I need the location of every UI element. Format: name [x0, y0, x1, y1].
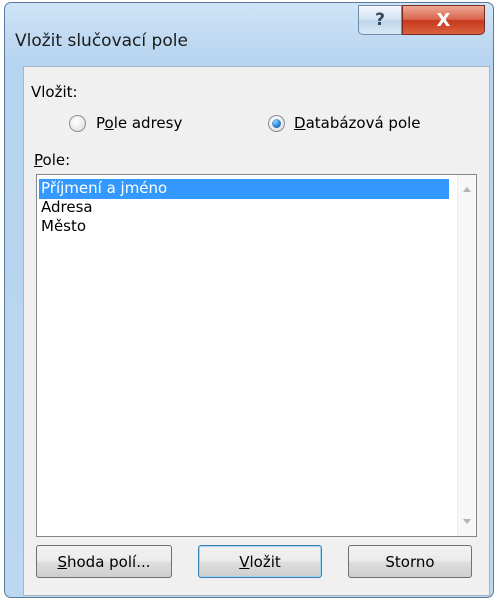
match-fields-button[interactable]: Shoda polí... — [36, 545, 172, 578]
help-button[interactable]: ? — [358, 5, 402, 35]
radio-button-checked[interactable] — [268, 115, 285, 132]
radio-database-fields-label: Databázová pole — [294, 114, 421, 132]
dialog-window: Vložit slučovací pole ? X Vložit: Pole a… — [4, 2, 494, 598]
fields-label: Pole: — [34, 151, 71, 169]
dialog-body: Vložit: Pole adresy Databázová pole Pole… — [23, 66, 490, 596]
list-item-selected[interactable]: Příjmení a jméno — [39, 179, 449, 199]
scroll-up-arrow-icon[interactable] — [463, 187, 471, 192]
vertical-scrollbar[interactable] — [457, 175, 476, 536]
dialog-title: Vložit slučovací pole — [15, 31, 188, 51]
radio-button[interactable] — [69, 115, 86, 132]
insert-group-label: Vložit: — [31, 83, 78, 101]
insert-button[interactable]: Vložit — [198, 545, 322, 578]
cancel-button[interactable]: Storno — [348, 545, 472, 578]
list-item[interactable]: Město — [39, 217, 449, 237]
scroll-down-arrow-icon[interactable] — [463, 519, 471, 524]
fields-listbox[interactable]: Příjmení a jméno Adresa Město — [36, 174, 477, 537]
close-button[interactable]: X — [402, 5, 485, 35]
radio-address-fields-label: Pole adresy — [96, 114, 183, 132]
help-icon: ? — [375, 10, 385, 30]
list-item[interactable]: Adresa — [39, 198, 449, 218]
close-icon: X — [436, 9, 451, 31]
